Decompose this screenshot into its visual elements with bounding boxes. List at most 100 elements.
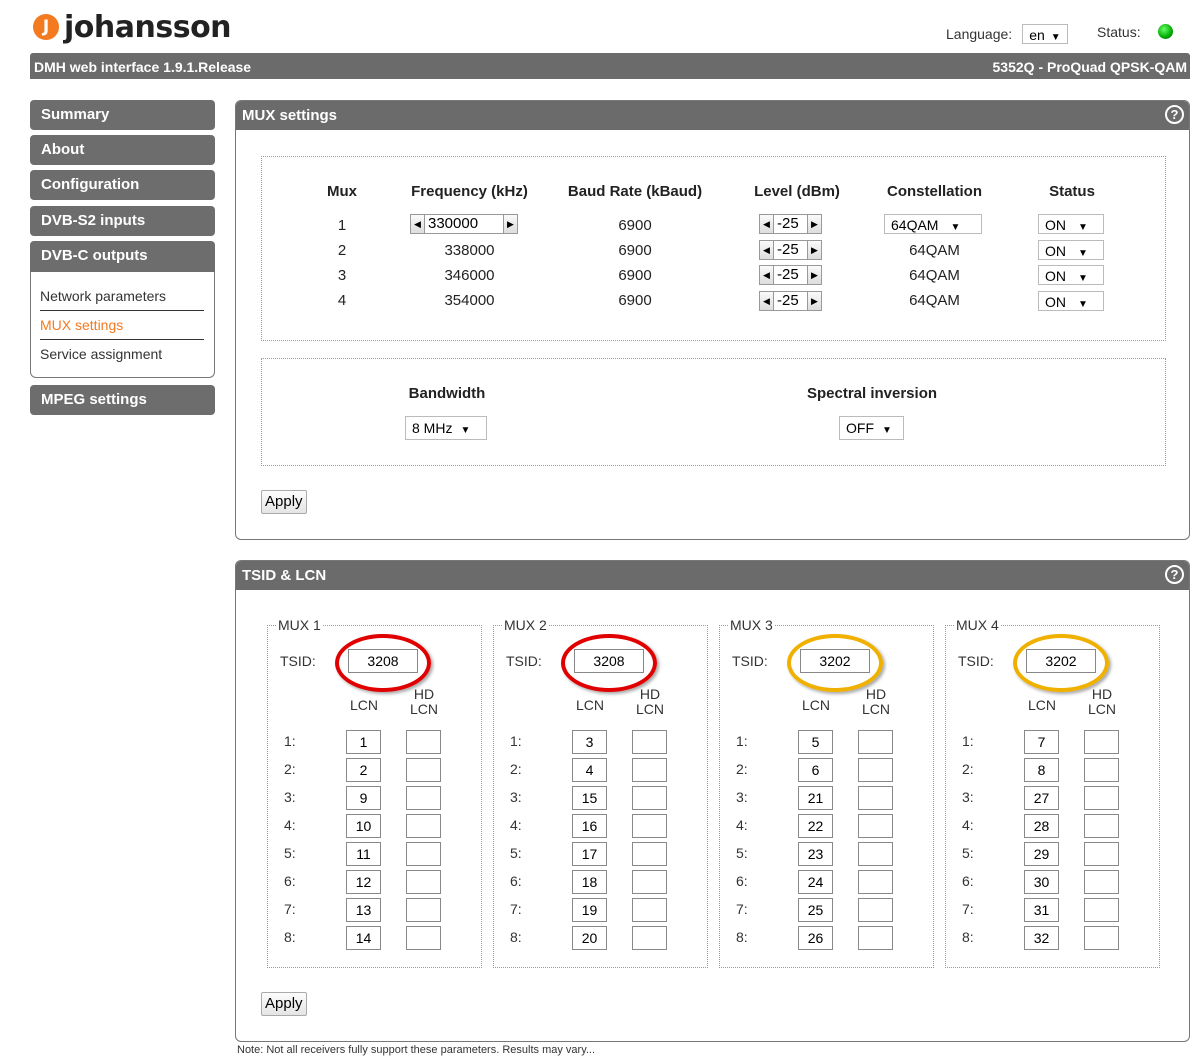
hd-lcn-input[interactable] [858, 898, 893, 922]
lcn-input[interactable]: 16 [572, 814, 607, 838]
hd-lcn-input[interactable] [1084, 926, 1119, 950]
hd-lcn-input[interactable] [1084, 814, 1119, 838]
nav-about[interactable]: About [30, 135, 215, 165]
lcn-input[interactable]: 26 [798, 926, 833, 950]
hd-lcn-input[interactable] [858, 842, 893, 866]
lcn-input[interactable]: 15 [572, 786, 607, 810]
hd-lcn-input[interactable] [1084, 758, 1119, 782]
hd-lcn-input[interactable] [1084, 786, 1119, 810]
lcn-input[interactable]: 23 [798, 842, 833, 866]
hd-lcn-input[interactable] [406, 926, 441, 950]
hd-lcn-input[interactable] [632, 758, 667, 782]
hd-lcn-input[interactable] [632, 898, 667, 922]
hd-lcn-input[interactable] [858, 926, 893, 950]
hd-lcn-input[interactable] [1084, 842, 1119, 866]
lcn-input[interactable]: 9 [346, 786, 381, 810]
hd-lcn-input[interactable] [858, 814, 893, 838]
status-select[interactable]: ON ▼ [1038, 291, 1104, 311]
increment-icon[interactable]: ▶ [807, 240, 822, 260]
lcn-input[interactable]: 6 [798, 758, 833, 782]
nav-mpeg-settings[interactable]: MPEG settings [30, 385, 215, 415]
level-input[interactable]: -25 [774, 265, 807, 285]
nav-mux-settings[interactable]: MUX settings [40, 315, 204, 335]
hd-lcn-input[interactable] [632, 730, 667, 754]
lcn-input[interactable]: 8 [1024, 758, 1059, 782]
nav-dvb-s2-inputs[interactable]: DVB-S2 inputs [30, 206, 215, 236]
help-icon[interactable]: ? [1165, 105, 1184, 124]
nav-summary[interactable]: Summary [30, 100, 215, 130]
lcn-input[interactable]: 12 [346, 870, 381, 894]
lcn-input[interactable]: 1 [346, 730, 381, 754]
level-input[interactable]: -25 [774, 240, 807, 260]
hd-lcn-input[interactable] [632, 926, 667, 950]
lcn-input[interactable]: 22 [798, 814, 833, 838]
hd-lcn-input[interactable] [632, 814, 667, 838]
tsid-input[interactable]: 3202 [800, 649, 870, 673]
increment-icon[interactable]: ▶ [807, 265, 822, 285]
lcn-input[interactable]: 7 [1024, 730, 1059, 754]
lcn-input[interactable]: 21 [798, 786, 833, 810]
hd-lcn-input[interactable] [406, 730, 441, 754]
language-select[interactable]: en ▼ [1022, 24, 1068, 44]
hd-lcn-input[interactable] [406, 758, 441, 782]
decrement-icon[interactable]: ◀ [759, 291, 774, 311]
nav-dvb-c-outputs[interactable]: DVB-C outputs [30, 241, 215, 272]
status-select[interactable]: ON ▼ [1038, 265, 1104, 285]
lcn-input[interactable]: 18 [572, 870, 607, 894]
decrement-icon[interactable]: ◀ [759, 265, 774, 285]
lcn-input[interactable]: 13 [346, 898, 381, 922]
frequency-input[interactable]: 330000 [425, 214, 503, 234]
lcn-input[interactable]: 20 [572, 926, 607, 950]
status-select[interactable]: ON ▼ [1038, 240, 1104, 260]
tsid-input[interactable]: 3202 [1026, 649, 1096, 673]
lcn-input[interactable]: 32 [1024, 926, 1059, 950]
constellation-select[interactable]: 64QAM ▼ [884, 214, 982, 234]
tsid-input[interactable]: 3208 [348, 649, 418, 673]
lcn-input[interactable]: 5 [798, 730, 833, 754]
decrement-icon[interactable]: ◀ [759, 214, 774, 234]
bandwidth-select[interactable]: 8 MHz ▼ [405, 416, 487, 440]
lcn-input[interactable]: 31 [1024, 898, 1059, 922]
increment-icon[interactable]: ▶ [807, 291, 822, 311]
decrement-icon[interactable]: ◀ [759, 240, 774, 260]
lcn-input[interactable]: 24 [798, 870, 833, 894]
lcn-input[interactable]: 28 [1024, 814, 1059, 838]
increment-icon[interactable]: ▶ [807, 214, 822, 234]
spectral-inversion-select[interactable]: OFF ▼ [839, 416, 904, 440]
level-input[interactable]: -25 [774, 214, 807, 234]
hd-lcn-input[interactable] [858, 786, 893, 810]
hd-lcn-input[interactable] [858, 730, 893, 754]
hd-lcn-input[interactable] [1084, 730, 1119, 754]
hd-lcn-input[interactable] [1084, 870, 1119, 894]
hd-lcn-input[interactable] [632, 842, 667, 866]
nav-configuration[interactable]: Configuration [30, 170, 215, 200]
hd-lcn-input[interactable] [632, 786, 667, 810]
lcn-input[interactable]: 30 [1024, 870, 1059, 894]
decrement-icon[interactable]: ◀ [410, 214, 425, 234]
hd-lcn-input[interactable] [858, 758, 893, 782]
lcn-input[interactable]: 10 [346, 814, 381, 838]
help-icon[interactable]: ? [1165, 565, 1184, 584]
hd-lcn-input[interactable] [406, 786, 441, 810]
lcn-input[interactable]: 27 [1024, 786, 1059, 810]
tsid-input[interactable]: 3208 [574, 649, 644, 673]
lcn-input[interactable]: 3 [572, 730, 607, 754]
hd-lcn-input[interactable] [406, 842, 441, 866]
lcn-input[interactable]: 19 [572, 898, 607, 922]
lcn-input[interactable]: 14 [346, 926, 381, 950]
hd-lcn-input[interactable] [406, 870, 441, 894]
hd-lcn-input[interactable] [632, 870, 667, 894]
lcn-input[interactable]: 17 [572, 842, 607, 866]
lcn-input[interactable]: 4 [572, 758, 607, 782]
lcn-input[interactable]: 2 [346, 758, 381, 782]
lcn-input[interactable]: 25 [798, 898, 833, 922]
status-select[interactable]: ON ▼ [1038, 214, 1104, 234]
hd-lcn-input[interactable] [1084, 898, 1119, 922]
hd-lcn-input[interactable] [858, 870, 893, 894]
nav-service-assignment[interactable]: Service assignment [40, 344, 204, 364]
apply-button[interactable]: Apply [261, 490, 307, 514]
nav-network-parameters[interactable]: Network parameters [40, 286, 204, 306]
apply-button[interactable]: Apply [261, 992, 307, 1016]
lcn-input[interactable]: 29 [1024, 842, 1059, 866]
increment-icon[interactable]: ▶ [503, 214, 518, 234]
